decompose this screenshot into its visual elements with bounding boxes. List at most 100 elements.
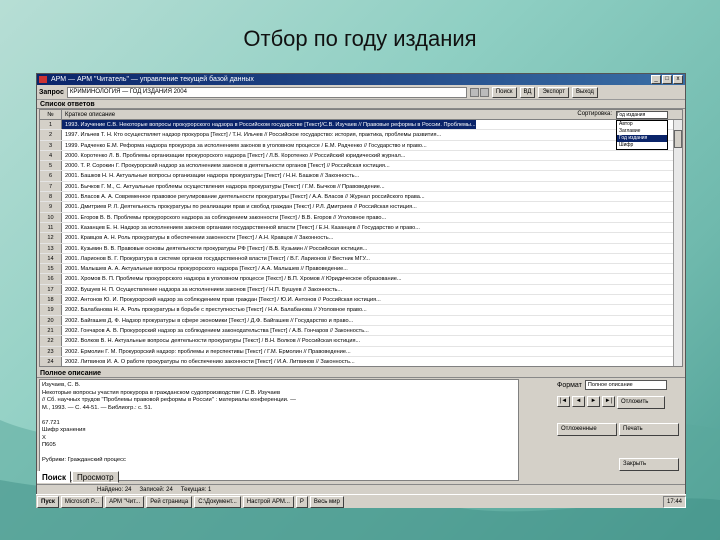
taskbar-item[interactable]: АРМ "Чит... (105, 495, 145, 508)
row-number: 1 (40, 120, 62, 130)
table-row[interactable]: 20 2002. Байгашев Д. Ф. Надзор прокуратур… (40, 315, 682, 326)
table-row[interactable]: 13 2001. Кузьмин В. В. Правовые основы де… (40, 243, 682, 254)
full-description-line: Шифр хранения (42, 427, 86, 433)
row-description: 2001. Кравцов А. Н. Роль прокуратуры в о… (65, 235, 334, 242)
minimize-button[interactable]: _ (651, 75, 661, 84)
sort-select[interactable]: Год издания (616, 111, 668, 119)
row-number: 17 (40, 284, 62, 295)
format-label: Формат (557, 381, 582, 389)
table-row[interactable]: 4 2000. Коротенко Л. В. Проблемы организа… (40, 150, 682, 162)
table-row[interactable]: 3 1999. Радченко Е.М. Реформа надзора про… (40, 140, 682, 151)
row-number: 22 (40, 336, 62, 346)
full-description-section: Полное описание Изучаев, С. В. Некоторые… (37, 369, 685, 487)
table-row[interactable]: 11 2001. Казанцев Е. Н. Надзор за исполне… (40, 222, 682, 234)
taskbar-clock: 17:44 (662, 495, 686, 508)
tab-view[interactable]: Просмотр (72, 471, 119, 483)
db-button[interactable]: ВД (519, 86, 536, 98)
row-description: 2002. Байгашев Д. Ф. Надзор прокуратуры … (65, 317, 354, 324)
print-button[interactable]: Печать (619, 423, 679, 436)
table-row[interactable]: 14 2001. Ларионов В. Г. Прокуратура в сис… (40, 253, 682, 265)
table-row[interactable]: 10 2001. Егоров В. В. Проблемы прокурорск… (40, 212, 682, 223)
row-description: 2001. Кузьмин В. В. Правовые основы деят… (65, 245, 368, 252)
taskbar-item[interactable]: Microsoft P... (60, 495, 104, 508)
row-number: 12 (40, 233, 62, 243)
table-row[interactable]: 9 2001. Дмитриев Р. Л. Деятельность проку… (40, 202, 682, 213)
table-row[interactable]: 18 2002. Антонов Ю. И. Прокурорский надзо… (40, 295, 682, 306)
row-description: 2001. Дмитриев Р. Л. Деятельность прокур… (65, 204, 417, 211)
close-panel-button[interactable]: Закрыть (619, 458, 679, 471)
table-row[interactable]: 16 2001. Хромов В. П. Проблемы прокурорск… (40, 274, 682, 285)
table-row[interactable]: 6 2001. Башков Н. Н. Актуальные вопросы о… (40, 171, 682, 182)
bottom-tabs: Поиск Просмотр (37, 471, 119, 483)
window-titlebar[interactable]: АРМ — АРМ "Читатель" — управление текуще… (37, 74, 685, 85)
exit-button[interactable]: Выход (571, 86, 598, 98)
taskbar-item[interactable]: Весь мир (309, 495, 344, 508)
window-title: АРМ — АРМ "Читатель" — управление текуще… (51, 76, 254, 83)
row-number: 10 (40, 212, 62, 222)
search-button[interactable]: Поиск (491, 86, 517, 98)
scroll-thumb[interactable] (674, 130, 682, 148)
taskbar-item[interactable]: С:\Документ... (194, 495, 241, 508)
table-row[interactable]: 17 2002. Бушуев Н. П. Осуществление надзо… (40, 284, 682, 296)
format-select[interactable]: Полное описание (584, 380, 667, 390)
taskbar-item[interactable]: P (295, 495, 308, 508)
table-row[interactable]: 2 1997. Ильчев Т. Н. Кто осуществляет над… (40, 130, 682, 141)
row-number: 16 (40, 274, 62, 284)
next-record-button[interactable]: ► (587, 396, 600, 407)
first-record-button[interactable]: |◄ (557, 396, 570, 407)
row-number: 11 (40, 222, 62, 233)
row-description: 2001. Башков Н. Н. Актуальные вопросы ор… (65, 173, 360, 180)
row-description: 2002. Литвинов И. А. О работе прокуратур… (65, 358, 355, 365)
app-icon (39, 76, 47, 83)
table-row[interactable]: 1 1993. Изучение С.В. Некоторые вопросы п… (40, 120, 682, 131)
row-number: 2 (40, 130, 62, 140)
table-row[interactable]: 12 2001. Кравцов А. Н. Роль прокуратуры в… (40, 233, 682, 244)
sort-label: Сортировка: (577, 111, 612, 117)
export-button[interactable]: Экспорт (538, 86, 569, 98)
deferred-button[interactable]: Отложенные (557, 423, 617, 436)
full-description-text: Изучаев, С. В. Некоторые вопросы участия… (39, 379, 519, 481)
table-row[interactable]: 15 2001. Малышев А. А. Актуальные вопросы… (40, 264, 682, 275)
start-button[interactable]: Пуск (37, 495, 59, 508)
last-record-button[interactable]: ►| (602, 396, 615, 407)
next-query-icon[interactable] (479, 87, 489, 97)
row-description: 2002. Балабанова Н. А. Роль прокуратуры … (65, 307, 367, 314)
sort-option[interactable]: Заглавие (617, 128, 667, 135)
table-row[interactable]: 23 2002. Ермолин Г. М. Прокурорский надзо… (40, 346, 682, 357)
list-scrollbar[interactable] (673, 120, 682, 366)
tab-search[interactable]: Поиск (37, 471, 72, 483)
full-description-line: П605 (42, 442, 56, 448)
sort-option[interactable]: Шифр (617, 142, 667, 149)
query-input[interactable]: КРИМИНОЛОГИЯ — ГОД ИЗДАНИЯ 2004 (66, 86, 467, 98)
row-description: 2002. Гончаров А. В. Прокурорский надзор… (65, 327, 369, 334)
row-number: 5 (40, 161, 62, 171)
sort-option[interactable]: Год издания (617, 135, 667, 142)
table-row[interactable]: 21 2002. Гончаров А. В. Прокурорский надз… (40, 325, 682, 337)
prev-record-button[interactable]: ◄ (572, 396, 585, 407)
row-description: 1993. Изучение С.В. Некоторые вопросы пр… (62, 120, 476, 130)
taskbar-item[interactable]: Настрой АРМ... (242, 495, 294, 508)
prev-query-icon[interactable] (469, 87, 479, 97)
taskbar-item[interactable]: Рей страница (146, 495, 193, 508)
row-number: 24 (40, 356, 62, 366)
sort-option[interactable]: Автор (617, 121, 667, 128)
table-row[interactable]: 22 2002. Волков В. Н. Актуальные вопросы … (40, 336, 682, 347)
close-button[interactable]: x (673, 75, 683, 84)
table-row[interactable]: 19 2002. Балабанова Н. А. Роль прокуратур… (40, 305, 682, 316)
table-row[interactable]: 5 2000. Т. Р. Сорокин Г. Прокурорский над… (40, 161, 682, 172)
table-row[interactable]: 24 2002. Литвинов И. А. О работе прокурат… (40, 356, 682, 366)
table-row[interactable]: 7 2001. Бычков Г. М., С. Актуальные пробл… (40, 181, 682, 193)
sort-dropdown[interactable]: Автор Заглавие Год издания Шифр (616, 120, 668, 150)
row-number: 23 (40, 346, 62, 356)
row-number: 4 (40, 150, 62, 161)
table-row[interactable]: 8 2001. Власов А. А. Современное правовое… (40, 192, 682, 203)
query-tools (469, 87, 489, 97)
maximize-button[interactable]: □ (662, 75, 672, 84)
row-description: 2001. Хромов В. П. Проблемы прокурорског… (65, 276, 402, 283)
row-description: 2001. Малышев А. А. Актуальные вопросы п… (65, 266, 348, 273)
row-number: 19 (40, 305, 62, 315)
row-description: 2002. Бушуев Н. П. Осуществление надзора… (65, 286, 343, 293)
row-number: 6 (40, 171, 62, 181)
defer-button[interactable]: Отложить (617, 396, 665, 409)
row-number: 7 (40, 181, 62, 192)
